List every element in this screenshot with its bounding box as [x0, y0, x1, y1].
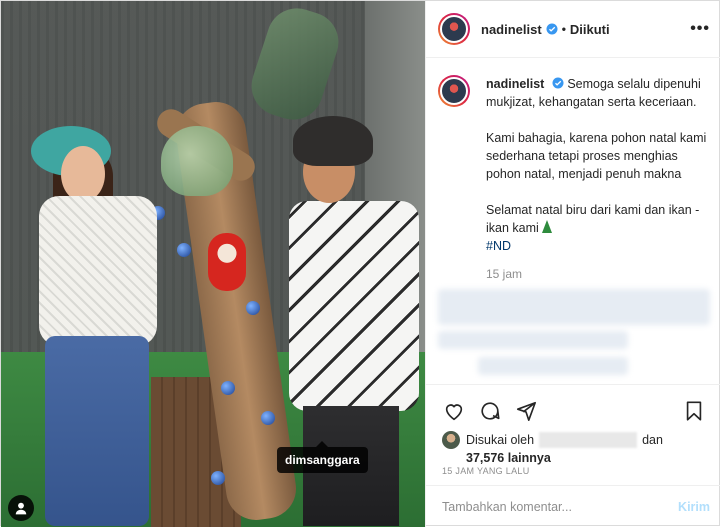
- hanging-glass-bowl: [161, 126, 233, 196]
- more-options-icon[interactable]: •••: [690, 20, 710, 38]
- woman-blouse: [39, 196, 157, 346]
- add-comment-bar: Kirim: [426, 485, 720, 527]
- caption-paragraph: Selamat natal biru dari kami dan ikan - …: [486, 201, 710, 255]
- share-icon[interactable]: [514, 399, 538, 423]
- ornament: [211, 471, 225, 485]
- blurred-comment: [438, 331, 628, 349]
- post-comment-button[interactable]: Kirim: [678, 500, 710, 514]
- liked-by: Disukai oleh dan: [442, 431, 706, 449]
- caption-line: Kami bahagia, karena pohon natal kami se…: [486, 131, 707, 181]
- liked-by-prefix: Disukai oleh: [466, 433, 535, 447]
- blurred-comments: [438, 289, 710, 384]
- author-username[interactable]: nadinelist: [481, 22, 542, 37]
- person-icon: [15, 502, 27, 515]
- comment-icon[interactable]: [478, 399, 502, 423]
- ornament: [221, 381, 235, 395]
- verified-badge-icon: [546, 23, 558, 35]
- comment-input[interactable]: [442, 499, 679, 514]
- blurred-comment: [438, 289, 710, 325]
- liked-by-and: dan: [642, 433, 663, 447]
- avatar-image: [440, 77, 468, 105]
- post-actions: Disukai oleh dan 37,576 lainnya: [426, 384, 720, 465]
- post-modal: dimsanggara nadinelist • Diikuti ••• nad…: [0, 0, 720, 527]
- header-separator: •: [561, 22, 566, 36]
- blurred-liker-name: [539, 432, 638, 448]
- follow-status-button[interactable]: Diikuti: [570, 22, 610, 37]
- caption: nadinelist Semoga selalu dipenuhi mukjiz…: [438, 75, 710, 255]
- caption-username[interactable]: nadinelist: [486, 77, 544, 91]
- caption-paragraph: Kami bahagia, karena pohon natal kami se…: [486, 129, 710, 183]
- caption-text: nadinelist Semoga selalu dipenuhi mukjiz…: [486, 75, 710, 255]
- posted-time[interactable]: 15 JAM YANG LALU: [442, 466, 530, 476]
- liker-avatar[interactable]: [442, 431, 460, 449]
- ornament: [261, 411, 275, 425]
- caption-avatar[interactable]: [438, 75, 470, 107]
- woman-face: [61, 146, 105, 202]
- caption-time[interactable]: 15 jam: [486, 267, 710, 281]
- santa-figurine: [208, 233, 246, 291]
- ornament: [246, 301, 260, 315]
- comments-area: nadinelist Semoga selalu dipenuhi mukjiz…: [426, 59, 720, 384]
- post-header: nadinelist • Diikuti •••: [426, 1, 720, 58]
- woman-pants: [45, 336, 149, 526]
- heart-icon[interactable]: [442, 399, 466, 423]
- user-tag-icon[interactable]: [8, 495, 34, 521]
- caption-line: Selamat natal biru dari kami dan ikan - …: [486, 203, 700, 235]
- man-hat: [293, 116, 373, 166]
- verified-badge-icon: [552, 77, 564, 89]
- blurred-comment: [478, 357, 628, 375]
- bookmark-icon[interactable]: [682, 399, 706, 423]
- man-shirt: [289, 201, 419, 411]
- author-avatar[interactable]: [438, 13, 470, 45]
- avatar-image: [440, 15, 468, 43]
- person-woman: [31, 126, 161, 526]
- photo-user-tag[interactable]: dimsanggara: [277, 441, 368, 473]
- caption-paragraph: nadinelist Semoga selalu dipenuhi mukjiz…: [486, 75, 710, 111]
- likes-count[interactable]: 37,576 lainnya: [466, 451, 706, 465]
- post-sidebar: nadinelist • Diikuti ••• nadinelist Semo…: [425, 1, 720, 527]
- hashtag-link[interactable]: #ND: [486, 239, 511, 253]
- likes-number: 37,576: [466, 451, 505, 465]
- post-photo[interactable]: dimsanggara: [1, 1, 425, 527]
- likes-suffix: lainnya: [507, 451, 551, 465]
- christmas-tree-emoji: [542, 220, 553, 233]
- ornament: [177, 243, 191, 257]
- action-icons: [442, 393, 706, 429]
